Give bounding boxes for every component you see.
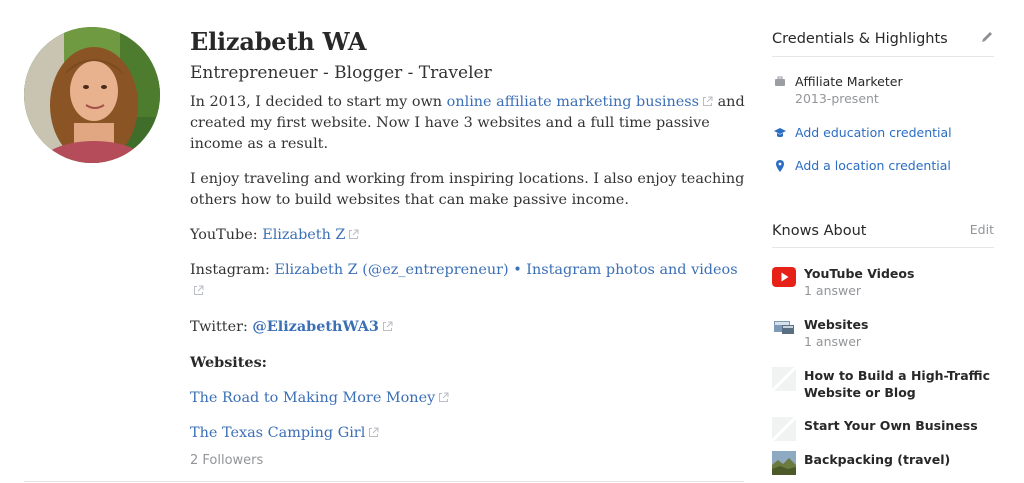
knows-about-title: Knows About bbox=[772, 223, 867, 239]
profile-tagline: Entrepreneuer - Blogger - Traveler bbox=[190, 63, 492, 83]
topic-start-your-own-business[interactable]: Start Your Own Business bbox=[772, 417, 994, 441]
add-education-credential[interactable]: Add education credential bbox=[772, 124, 994, 142]
topic-websites[interactable]: Websites 1 answer bbox=[772, 316, 994, 352]
youtube-link[interactable]: Elizabeth Z bbox=[262, 227, 345, 243]
topic-name-line1[interactable]: How to Build a High-Traffic bbox=[804, 367, 990, 384]
profile-photo bbox=[24, 27, 160, 163]
placeholder-icon bbox=[772, 417, 796, 441]
topic-name[interactable]: Start Your Own Business bbox=[804, 417, 978, 434]
website-link-texas-camping-girl[interactable]: The Texas Camping Girl bbox=[190, 425, 365, 441]
credentials-header: Credentials & Highlights bbox=[772, 28, 994, 57]
knows-about-header: Knows About Edit bbox=[772, 220, 994, 248]
topic-name[interactable]: Backpacking (travel) bbox=[804, 451, 950, 468]
followers-count[interactable]: 2 Followers bbox=[190, 453, 263, 468]
pencil-icon[interactable] bbox=[980, 30, 994, 44]
credential-affiliate-marketer: Affiliate Marketer 2013-present bbox=[772, 73, 994, 109]
graduation-cap-icon bbox=[774, 128, 786, 138]
location-pin-icon bbox=[776, 160, 784, 172]
topic-backpacking[interactable]: Backpacking (travel) bbox=[772, 451, 994, 475]
add-location-label[interactable]: Add a location credential bbox=[795, 157, 951, 174]
youtube-label: YouTube: bbox=[190, 227, 263, 243]
instagram-link[interactable]: Elizabeth Z (@ez_entrepreneur) • Instagr… bbox=[274, 262, 737, 278]
websites-heading: Websites: bbox=[190, 354, 267, 371]
topic-answer-count: 1 answer bbox=[804, 334, 862, 349]
topic-name[interactable]: Websites bbox=[804, 316, 868, 333]
twitter-label: Twitter: bbox=[190, 319, 253, 335]
briefcase-icon bbox=[775, 76, 785, 86]
topic-name[interactable]: YouTube Videos bbox=[804, 265, 914, 282]
add-location-credential[interactable]: Add a location credential bbox=[772, 157, 994, 175]
external-link-icon bbox=[369, 427, 379, 437]
divider bbox=[24, 481, 744, 482]
edit-topics-button[interactable]: Edit bbox=[970, 222, 994, 237]
profile-bio: In 2013, I decided to start my own onlin… bbox=[190, 92, 750, 444]
youtube-icon bbox=[772, 267, 796, 287]
topic-build-high-traffic-website[interactable]: How to Build a High-Traffic Website or B… bbox=[772, 367, 994, 403]
external-link-icon bbox=[194, 285, 204, 295]
landscape-icon bbox=[772, 451, 796, 475]
websites-icon bbox=[774, 321, 794, 334]
affiliate-business-link[interactable]: online affiliate marketing business bbox=[447, 94, 699, 110]
topic-answer-count: 1 answer bbox=[804, 283, 862, 298]
topic-name-line2[interactable]: Website or Blog bbox=[804, 384, 916, 401]
profile-name: Elizabeth WA bbox=[190, 27, 367, 56]
placeholder-icon bbox=[772, 367, 796, 391]
credential-dates: 2013-present bbox=[795, 91, 879, 106]
credential-label: Affiliate Marketer bbox=[795, 74, 903, 89]
external-link-icon bbox=[382, 321, 393, 331]
profile-main: Elizabeth WA Entrepreneuer - Blogger - T… bbox=[190, 26, 750, 444]
avatar[interactable] bbox=[24, 27, 160, 163]
add-education-label[interactable]: Add education credential bbox=[795, 124, 952, 141]
topic-youtube-videos[interactable]: YouTube Videos 1 answer bbox=[772, 265, 994, 301]
credentials-title: Credentials & Highlights bbox=[772, 31, 948, 47]
twitter-link[interactable]: @ElizabethWA3 bbox=[252, 318, 379, 335]
external-link-icon bbox=[439, 392, 449, 402]
website-link-road-to-money[interactable]: The Road to Making More Money bbox=[190, 390, 435, 406]
bio-paragraph-2: I enjoy traveling and working from inspi… bbox=[190, 171, 745, 208]
external-link-icon bbox=[703, 96, 713, 106]
bio-text: In 2013, I decided to start my own bbox=[190, 94, 447, 110]
external-link-icon bbox=[349, 229, 359, 239]
instagram-label: Instagram: bbox=[190, 262, 275, 278]
